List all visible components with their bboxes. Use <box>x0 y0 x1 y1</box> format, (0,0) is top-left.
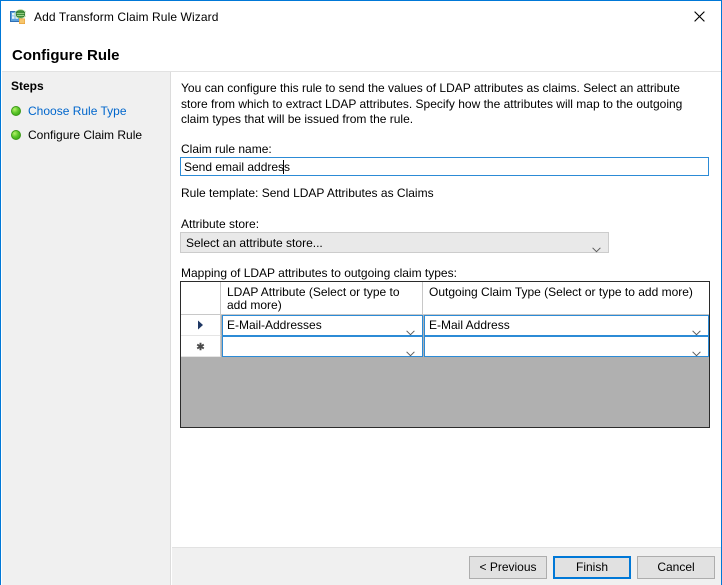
claim-rule-name-label: Claim rule name: <box>181 142 272 156</box>
finish-button[interactable]: Finish <box>553 556 631 579</box>
row-selector-new[interactable] <box>181 336 221 357</box>
text-caret <box>283 160 284 174</box>
grid-header-label: LDAP Attribute (Select or type to add mo… <box>227 285 400 312</box>
intro-description: You can configure this rule to send the … <box>181 81 683 126</box>
outgoing-claim-type-dropdown-row2[interactable] <box>424 336 709 357</box>
dialog-footer: < Previous Finish Cancel <box>172 548 721 585</box>
step-bullet-icon <box>11 130 21 140</box>
close-icon[interactable] <box>677 1 721 31</box>
chevron-down-icon <box>406 344 415 356</box>
chevron-down-icon <box>692 344 701 356</box>
sidebar-item-configure-claim-rule[interactable]: Configure Claim Rule <box>11 126 142 144</box>
attribute-store-dropdown[interactable]: Select an attribute store... <box>180 232 609 253</box>
sidebar-item-choose-rule-type[interactable]: Choose Rule Type <box>11 102 127 120</box>
rule-template-text: Rule template: Send LDAP Attributes as C… <box>181 186 434 200</box>
outgoing-claim-type-dropdown-row1[interactable]: E-Mail Address <box>424 315 709 336</box>
previous-button[interactable]: < Previous <box>469 556 547 579</box>
chevron-down-icon <box>692 323 701 335</box>
grid-header-selector-cell <box>181 282 221 314</box>
sidebar-item-label: Configure Claim Rule <box>28 128 143 142</box>
main-content: You can configure this rule to send the … <box>172 72 721 547</box>
table-row[interactable]: E-Mail-Addresses E-Mail Address <box>181 315 709 336</box>
grid-header-label: Outgoing Claim Type (Select or type to a… <box>429 285 693 299</box>
row-selector-current[interactable] <box>181 315 221 336</box>
wizard-dialog-window: Add Transform Claim Rule Wizard Configur… <box>0 0 722 585</box>
chevron-down-icon <box>406 323 415 335</box>
steps-sidebar: Steps Choose Rule Type Configure Claim R… <box>2 72 171 585</box>
attribute-store-label: Attribute store: <box>181 217 260 231</box>
ldap-attribute-dropdown-row1[interactable]: E-Mail-Addresses <box>222 315 423 336</box>
table-row[interactable] <box>181 336 709 357</box>
chevron-down-icon <box>592 240 601 252</box>
grid-header-outgoing-claim-type[interactable]: Outgoing Claim Type (Select or type to a… <box>424 282 709 314</box>
step-bullet-icon <box>11 106 21 116</box>
ldap-attribute-dropdown-row2[interactable] <box>222 336 423 357</box>
page-header: Configure Rule <box>1 33 721 71</box>
ldap-mapping-grid: LDAP Attribute (Select or type to add mo… <box>180 281 710 428</box>
adfs-claim-rule-icon <box>10 9 27 25</box>
grid-header-ldap-attribute[interactable]: LDAP Attribute (Select or type to add mo… <box>222 282 423 314</box>
cancel-button[interactable]: Cancel <box>637 556 715 579</box>
grid-header-row: LDAP Attribute (Select or type to add mo… <box>181 282 709 315</box>
mapping-label: Mapping of LDAP attributes to outgoing c… <box>181 266 457 280</box>
new-row-asterisk-icon <box>196 342 205 351</box>
window-title: Add Transform Claim Rule Wizard <box>34 10 219 24</box>
ldap-attribute-value: E-Mail-Addresses <box>227 318 322 332</box>
outgoing-claim-type-value: E-Mail Address <box>429 318 510 332</box>
title-bar: Add Transform Claim Rule Wizard <box>1 1 721 33</box>
steps-heading: Steps <box>11 79 44 93</box>
page-title: Configure Rule <box>12 47 120 64</box>
claim-rule-name-input[interactable] <box>180 157 709 176</box>
current-row-arrow-icon <box>197 320 204 330</box>
sidebar-item-label: Choose Rule Type <box>28 104 127 118</box>
attribute-store-value: Select an attribute store... <box>186 236 323 250</box>
